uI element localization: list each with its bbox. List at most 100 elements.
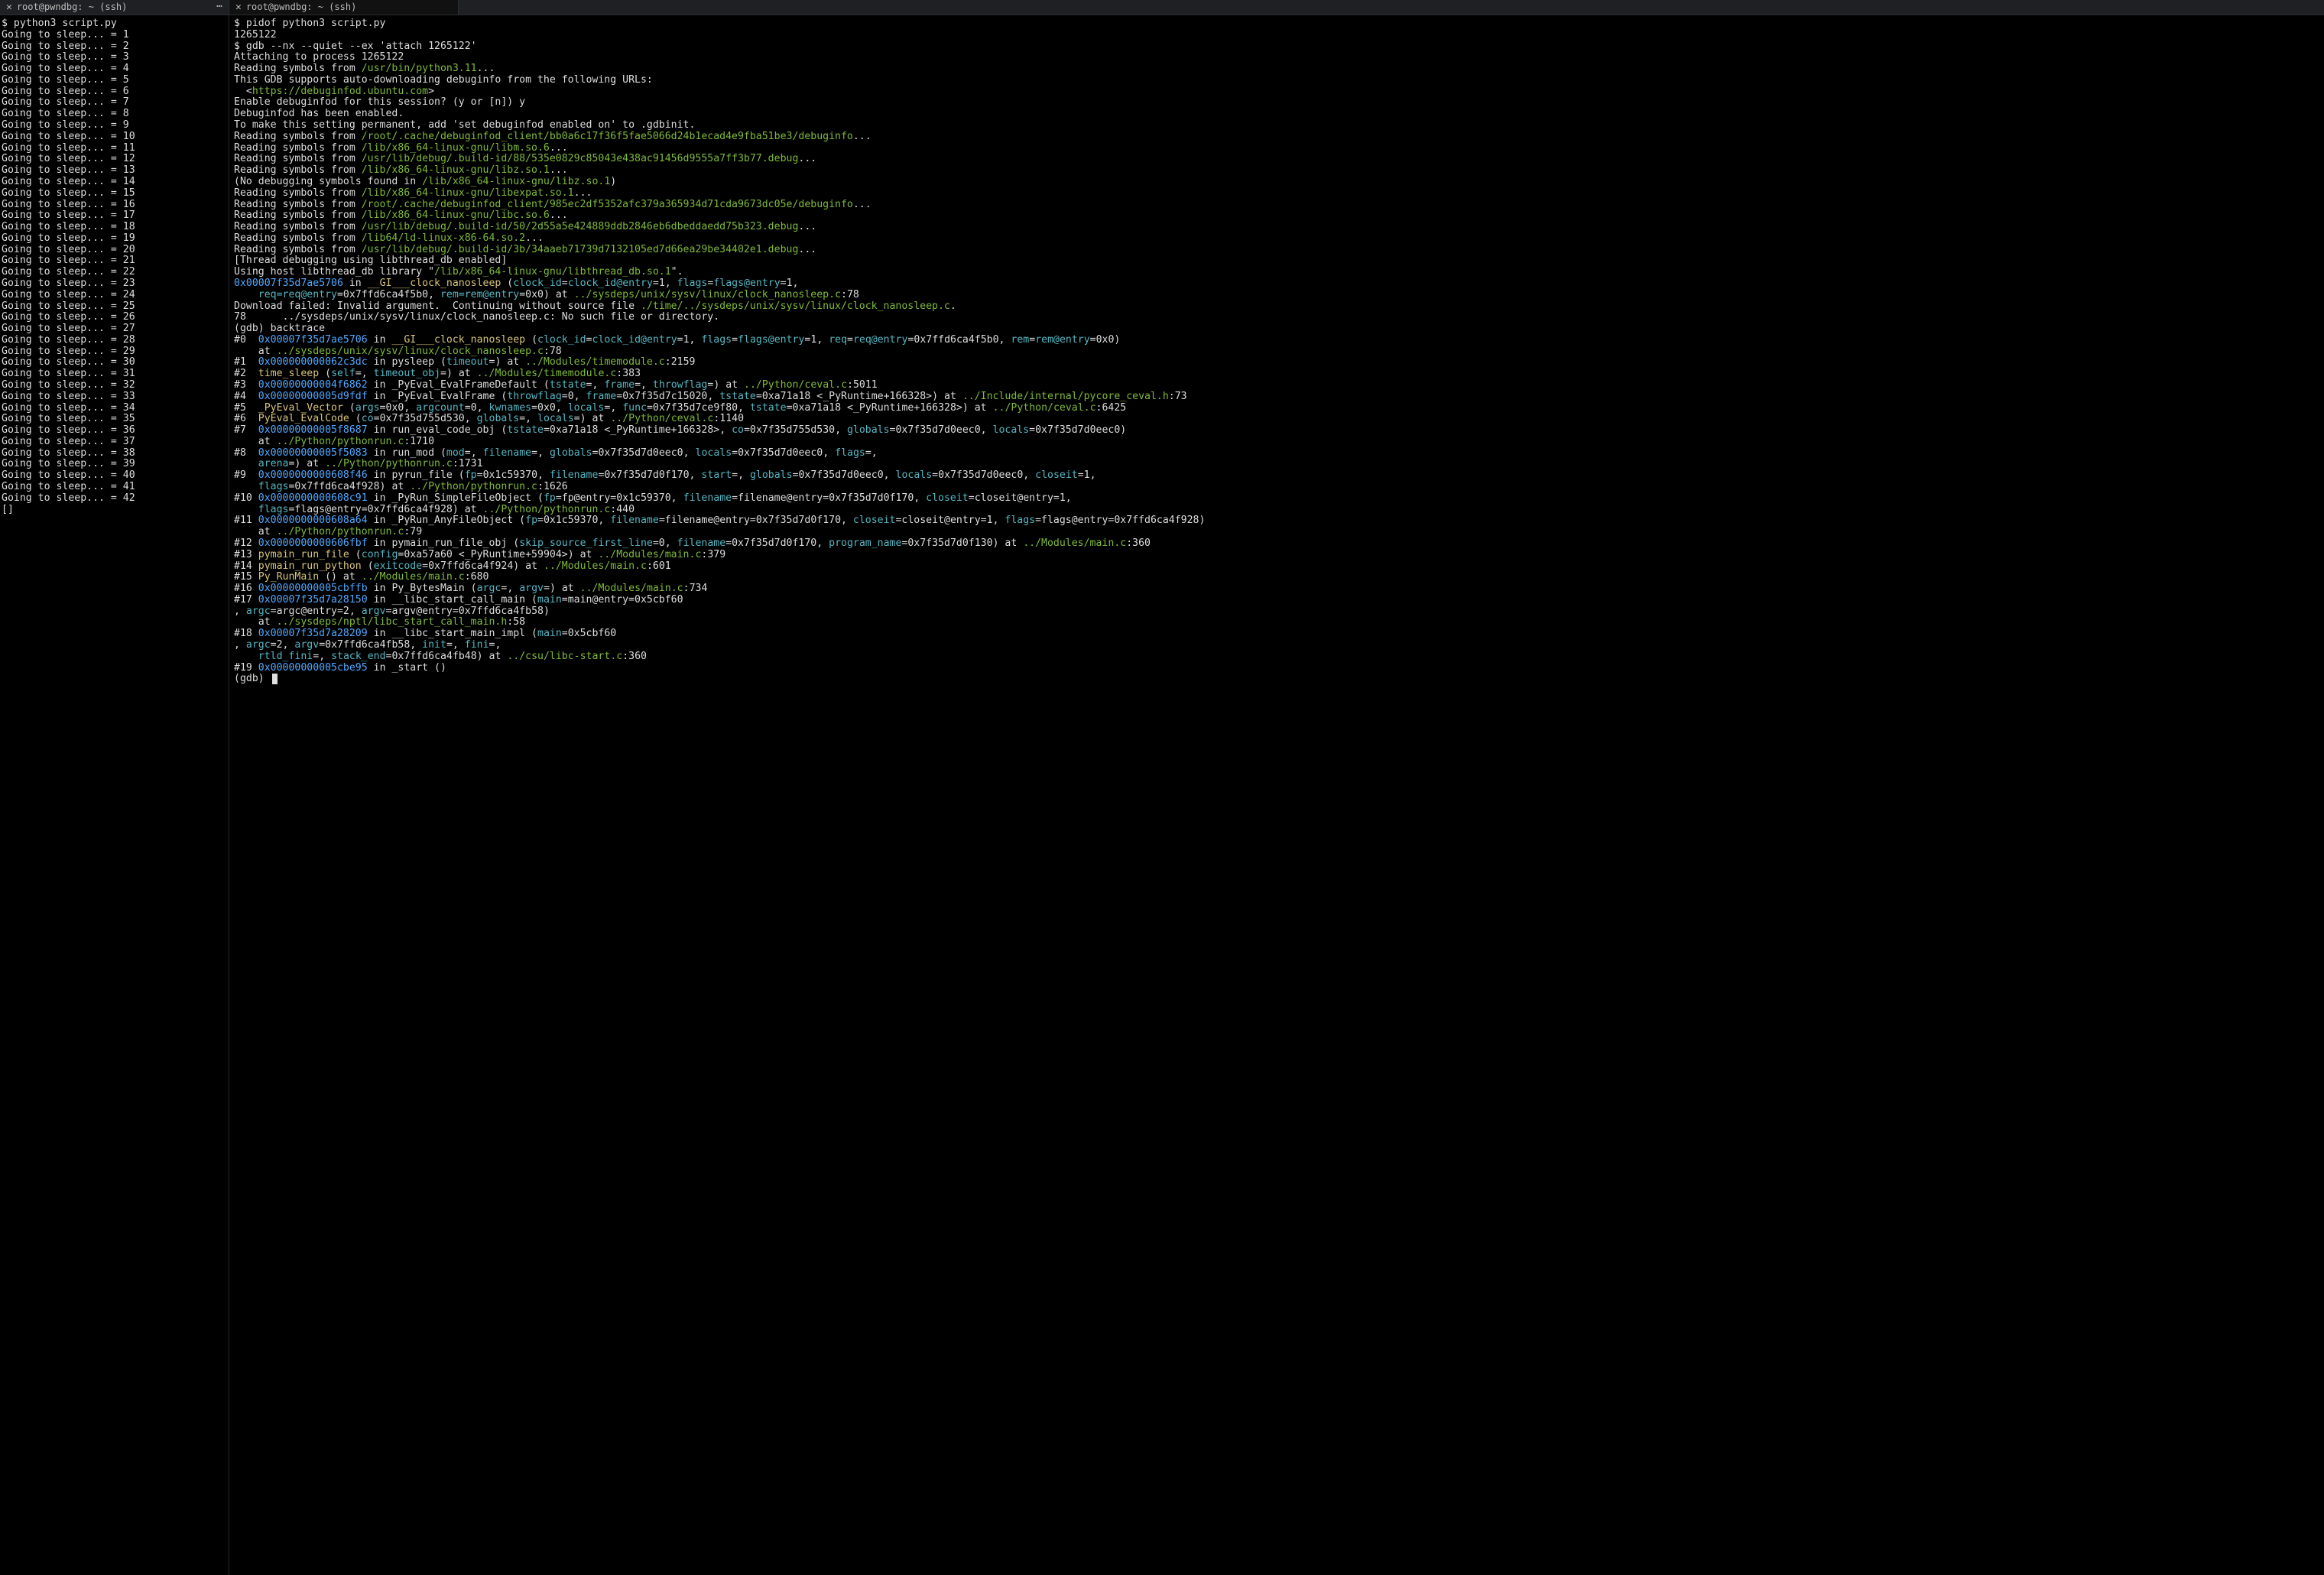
- backtrace-frame: at ../Python/pythonrun.c:79: [234, 527, 2321, 538]
- backtrace-frame: #2 time_sleep (self=, timeout_obj=) at .…: [234, 369, 2321, 380]
- sleep-line: Going to sleep... = 11: [2, 143, 226, 154]
- pid-output: 1265122: [234, 30, 2321, 41]
- tab-1[interactable]: ✕ root@pwndbg: ~ (ssh) ⋯: [0, 0, 229, 15]
- backtrace-frame: #18 0x00007f35d7a28209 in __libc_start_m…: [234, 628, 2321, 651]
- terminal-left[interactable]: $ python3 script.py Going to sleep... = …: [0, 15, 229, 1575]
- output-line: To make this setting permanent, add 'set…: [234, 120, 2321, 132]
- sleep-line: Going to sleep... = 15: [2, 188, 226, 200]
- tab-title: root@pwndbg: ~ (ssh): [246, 2, 452, 12]
- sleep-line: Going to sleep... = 42: [2, 493, 226, 505]
- close-icon[interactable]: ✕: [235, 2, 242, 12]
- path: /usr/lib/debug/.build-id/50/2d55a5e42488…: [362, 221, 799, 232]
- gdb-prompt[interactable]: (gdb): [234, 673, 271, 684]
- cursor: [272, 674, 278, 684]
- cursor-line: []: [2, 505, 226, 516]
- backtrace-frame: flags=0x7ffd6ca4f928) at ../Python/pytho…: [234, 482, 2321, 493]
- sleep-line: Going to sleep... = 6: [2, 86, 226, 98]
- sleep-line: Going to sleep... = 12: [2, 154, 226, 165]
- sleep-line: Going to sleep... = 13: [2, 165, 226, 177]
- sleep-line: Going to sleep... = 30: [2, 357, 226, 369]
- backtrace-frame: #3 0x00000000004f6862 in _PyEval_EvalFra…: [234, 380, 2321, 391]
- path: /lib/x86_64-linux-gnu/libexpat.so.1: [362, 187, 574, 199]
- tab-2[interactable]: ✕ root@pwndbg: ~ (ssh): [229, 0, 459, 15]
- sleep-line: Going to sleep... = 16: [2, 200, 226, 211]
- sleep-line: Going to sleep... = 20: [2, 245, 226, 256]
- path: /usr/bin/python3.11: [362, 63, 477, 74]
- shell-prompt: $: [234, 41, 246, 52]
- sleep-line: Going to sleep... = 2: [2, 41, 226, 53]
- path: /root/.cache/debuginfod_client/bb0a6c17f…: [362, 131, 853, 142]
- shell-prompt: $: [234, 18, 246, 29]
- sleep-line: Going to sleep... = 1: [2, 30, 226, 41]
- sleep-line: Going to sleep... = 40: [2, 470, 226, 482]
- sleep-line: Going to sleep... = 25: [2, 301, 226, 313]
- sleep-line: Going to sleep... = 27: [2, 323, 226, 335]
- close-icon[interactable]: ✕: [6, 2, 12, 12]
- backtrace-frame: at ../sysdeps/unix/sysv/linux/clock_nano…: [234, 346, 2321, 358]
- split-panes: $ python3 script.py Going to sleep... = …: [0, 15, 2324, 1575]
- backtrace-frame: at ../sysdeps/nptl/libc_start_call_main.…: [234, 617, 2321, 628]
- output-line: Enable debuginfod for this session? (y o…: [234, 97, 2321, 109]
- sleep-line: Going to sleep... = 9: [2, 120, 226, 132]
- function-name: __GI___clock_nanosleep: [368, 278, 501, 289]
- sleep-line: Going to sleep... = 26: [2, 312, 226, 323]
- command: gdb --nx --quiet --ex 'attach 1265122': [246, 41, 477, 52]
- sleep-line: Going to sleep... = 8: [2, 109, 226, 120]
- gdb-command: (gdb) backtrace: [234, 323, 2321, 335]
- output-line: Attaching to process 1265122: [234, 52, 2321, 63]
- output-line: <: [234, 86, 252, 97]
- backtrace-frame: #9 0x0000000000608f46 in pyrun_file (fp=…: [234, 470, 2321, 482]
- path: /lib/x86_64-linux-gnu/libm.so.6: [362, 142, 550, 154]
- sleep-line: Going to sleep... = 5: [2, 75, 226, 86]
- sleep-line: Going to sleep... = 21: [2, 255, 226, 267]
- sleep-line: Going to sleep... = 38: [2, 448, 226, 460]
- backtrace-frame: #15 Py_RunMain () at ../Modules/main.c:6…: [234, 572, 2321, 583]
- sleep-line: Going to sleep... = 31: [2, 369, 226, 380]
- backtrace-frame: rtld_fini=, stack_end=0x7ffd6ca4fb48) at…: [234, 651, 2321, 663]
- path: /lib/x86_64-linux-gnu/libc.so.6: [362, 209, 550, 221]
- backtrace-frame: arena=) at ../Python/pythonrun.c:1731: [234, 459, 2321, 470]
- sleep-line: Going to sleep... = 36: [2, 425, 226, 437]
- path: /lib/x86_64-linux-gnu/libz.so.1: [362, 164, 550, 176]
- sleep-line: Going to sleep... = 28: [2, 335, 226, 346]
- sleep-line: Going to sleep... = 17: [2, 210, 226, 222]
- backtrace-frame: #7 0x00000000005f8687 in run_eval_code_o…: [234, 425, 2321, 437]
- output-line: This GDB supports auto-downloading debug…: [234, 75, 2321, 86]
- backtrace-frame: #13 pymain_run_file (config=0xa57a60 <_P…: [234, 550, 2321, 561]
- command: python3 script.py: [14, 18, 117, 29]
- path: ./time/../sysdeps/unix/sysv/linux/clock_…: [641, 300, 950, 312]
- terminal-right[interactable]: $ pidof python3 script.py 1265122 $ gdb …: [229, 15, 2324, 1575]
- backtrace-frame: flags=flags@entry=0x7ffd6ca4f928) at ../…: [234, 505, 2321, 516]
- tab-title: root@pwndbg: ~ (ssh): [17, 2, 212, 12]
- sleep-line: Going to sleep... = 32: [2, 380, 226, 391]
- sleep-line: Going to sleep... = 41: [2, 482, 226, 493]
- path: /usr/lib/debug/.build-id/3b/34aaeb71739d…: [362, 244, 799, 255]
- sleep-line: Going to sleep... = 3: [2, 52, 226, 63]
- sleep-line: Going to sleep... = 23: [2, 278, 226, 290]
- path: /lib/x86_64-linux-gnu/libz.so.1: [422, 176, 610, 187]
- url: https://debuginfod.ubuntu.com: [252, 86, 428, 97]
- sleep-line: Going to sleep... = 22: [2, 267, 226, 278]
- address: 0x00007f35d7ae5706: [234, 278, 343, 289]
- sleep-line: Going to sleep... = 4: [2, 63, 226, 75]
- output-line: 78 ../sysdeps/unix/sysv/linux/clock_nano…: [234, 312, 2321, 323]
- tab-overflow-icon[interactable]: ⋯: [216, 2, 222, 13]
- sleep-line: Going to sleep... = 10: [2, 132, 226, 143]
- backtrace-frame: #6 PyEval_EvalCode (co=0x7f35d755d530, g…: [234, 414, 2321, 425]
- command: pidof python3 script.py: [246, 18, 386, 29]
- output-line: [Thread debugging using libthread_db ena…: [234, 255, 2321, 267]
- sleep-line: Going to sleep... = 18: [2, 222, 226, 233]
- sleep-line: Going to sleep... = 24: [2, 290, 226, 301]
- path: /usr/lib/debug/.build-id/88/535e0829c850…: [362, 153, 799, 164]
- backtrace-frame: #1 0x000000000062c3dc in pysleep (timeou…: [234, 357, 2321, 369]
- backtrace-frame: #16 0x00000000005cbffb in Py_BytesMain (…: [234, 583, 2321, 595]
- backtrace-frame: #10 0x0000000000608c91 in _PyRun_SimpleF…: [234, 493, 2321, 505]
- output-line: Reading symbols from: [234, 63, 362, 74]
- shell-prompt: $: [2, 18, 14, 29]
- sleep-line: Going to sleep... = 19: [2, 233, 226, 245]
- sleep-line: Going to sleep... = 39: [2, 459, 226, 470]
- path: /lib64/ld-linux-x86-64.so.2: [362, 232, 525, 244]
- backtrace-frame: #12 0x0000000000606fbf in pymain_run_fil…: [234, 538, 2321, 550]
- backtrace-frame: #17 0x00007f35d7a28150 in __libc_start_c…: [234, 595, 2321, 618]
- sleep-line: Going to sleep... = 35: [2, 414, 226, 425]
